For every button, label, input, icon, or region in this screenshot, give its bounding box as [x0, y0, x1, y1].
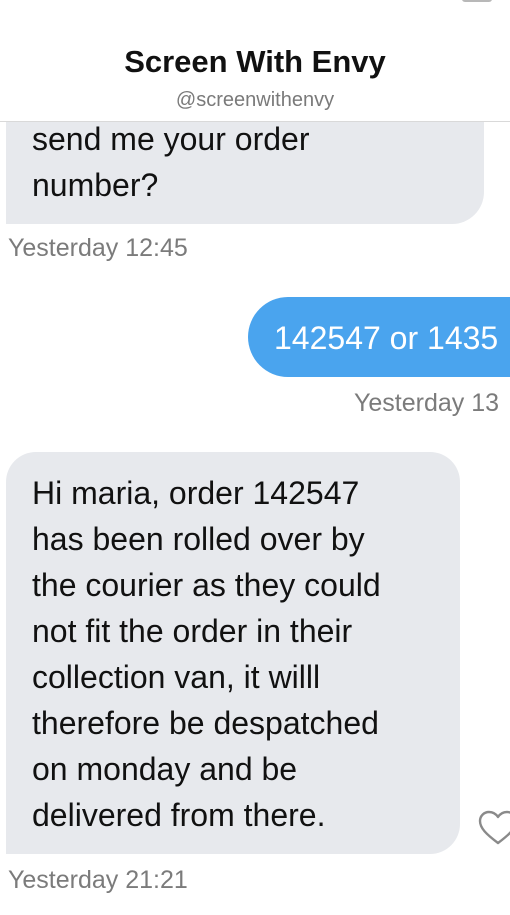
message-line: not fit the order in their [32, 613, 353, 649]
dm-conversation-screen: Screen With Envy @screenwithenvy send me… [0, 0, 510, 915]
message-line: has been rolled over by [32, 521, 365, 557]
message-line: 142547 or 1435 [274, 320, 499, 356]
conversation-handle[interactable]: @screenwithenvy [0, 89, 510, 112]
message-line: the courier as they could [32, 567, 381, 603]
heart-outline-icon[interactable] [476, 808, 510, 848]
status-bar-indicator [462, 0, 492, 2]
message-line: therefore be despatched [32, 705, 379, 741]
message-line: send me your order [32, 121, 310, 157]
message-line: number? [32, 167, 159, 203]
conversation-header: Screen With Envy @screenwithenvy [0, 0, 510, 122]
message-timestamp: Yesterday 21:21 [8, 866, 188, 894]
conversation-title[interactable]: Screen With Envy [0, 44, 510, 80]
message-timestamp: Yesterday 12:45 [8, 234, 188, 262]
heart-outline-icon-glyph [478, 810, 510, 845]
message-line: delivered from there. [32, 797, 326, 833]
message-line: Hi maria, order 142547 [32, 475, 360, 511]
message-line: collection van, it willl [32, 659, 321, 695]
message-timestamp: Yesterday 13 [354, 389, 500, 417]
incoming-message-bubble[interactable]: Hi maria, order 142547 has been rolled o… [6, 452, 460, 854]
message-line: on monday and be [32, 751, 298, 787]
outgoing-message-bubble[interactable]: 142547 or 1435 [248, 297, 510, 377]
